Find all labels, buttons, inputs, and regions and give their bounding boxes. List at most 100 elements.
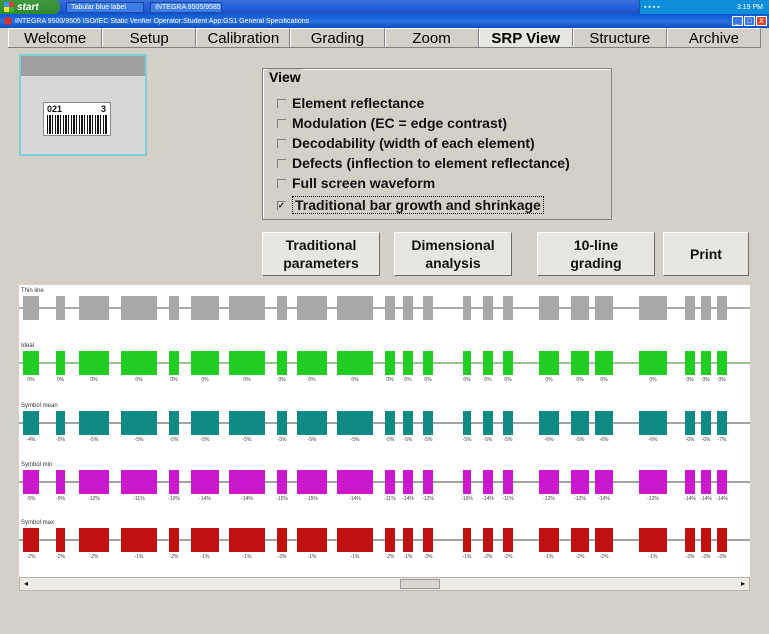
bar-value-label: -5% — [170, 437, 179, 443]
radio-icon[interactable] — [277, 158, 286, 168]
window-titlebar: INTEGRA 9500/9505 ISO/IEC Static Verifie… — [0, 14, 769, 28]
bar-value-label: -2% — [27, 554, 36, 560]
tab-srp-view[interactable]: SRP View — [478, 28, 573, 47]
bar-element — [539, 296, 559, 320]
checked-radio-icon[interactable]: ✓ — [277, 200, 286, 210]
bar-element — [121, 296, 157, 320]
bar-element — [503, 528, 513, 552]
scroll-thumb[interactable] — [400, 579, 440, 589]
bar-element — [403, 351, 413, 375]
taskbar-task-2[interactable]: INTEGRA 9505/9585 — [150, 1, 222, 13]
dimensional-analysis-button[interactable]: Dimensional analysis — [394, 232, 512, 276]
bar-element — [403, 296, 413, 320]
radio-icon[interactable] — [277, 138, 286, 148]
row-label: Symbol mean — [21, 403, 58, 409]
option-element-reflectance[interactable]: Element reflectance — [277, 95, 424, 111]
window-title: INTEGRA 9500/9505 ISO/IEC Static Verifie… — [15, 17, 310, 25]
bar-element — [385, 411, 395, 435]
bar-value-label: -15% — [276, 496, 288, 502]
tab-calibration[interactable]: Calibration — [196, 28, 291, 47]
bar-value-label: -10% — [168, 496, 180, 502]
start-button[interactable]: start — [0, 0, 60, 14]
bar-value-label: -14% — [716, 496, 728, 502]
tab-welcome[interactable]: Welcome — [8, 28, 103, 47]
bar-value-label: -5% — [56, 437, 65, 443]
bar-value-label: -2% — [56, 554, 65, 560]
bar-value-label: -11% — [502, 496, 514, 502]
close-button[interactable]: X — [756, 16, 767, 26]
bar-element — [595, 411, 613, 435]
option-decodability[interactable]: Decodability (width of each element) — [277, 135, 535, 151]
tab-structure[interactable]: Structure — [572, 28, 667, 47]
radio-icon[interactable] — [277, 98, 286, 108]
print-button[interactable]: Print — [663, 232, 749, 276]
bar-element — [685, 296, 695, 320]
bar-value-label: -16% — [461, 496, 473, 502]
bar-element — [385, 296, 395, 320]
bar-element — [297, 351, 327, 375]
bar-element — [385, 470, 395, 494]
bar-value-label: -5% — [424, 437, 433, 443]
radio-icon[interactable] — [277, 118, 286, 128]
minimize-button[interactable]: _ — [732, 16, 743, 26]
clock: 3:19 PM — [736, 3, 763, 11]
option-defects[interactable]: Defects (inflection to element reflectan… — [277, 155, 570, 171]
bar-element — [297, 528, 327, 552]
bar-element — [685, 411, 695, 435]
bar-value-label: -6% — [545, 437, 554, 443]
bar-value-label: -5% — [504, 437, 513, 443]
barcode-label-image: 021 3 — [43, 102, 111, 136]
bar-element — [717, 528, 727, 552]
bar-value-label: 0% — [404, 377, 412, 383]
tab-zoom[interactable]: Zoom — [384, 28, 479, 47]
bar-element — [229, 351, 265, 375]
tab-setup[interactable]: Setup — [102, 28, 197, 47]
bar-value-label: -4% — [27, 437, 36, 443]
bar-element — [503, 470, 513, 494]
bar-element — [277, 411, 287, 435]
scroll-right-arrow-icon[interactable]: ▸ — [737, 578, 749, 590]
label-number: 021 — [47, 104, 63, 114]
traditional-parameters-button[interactable]: Traditional parameters — [262, 232, 380, 276]
bar-element — [571, 296, 589, 320]
barcode-thumbnail[interactable]: 021 3 — [19, 54, 147, 156]
bar-element — [701, 351, 711, 375]
scroll-left-arrow-icon[interactable]: ◂ — [20, 578, 32, 590]
bar-element — [483, 351, 493, 375]
bar-element — [483, 528, 493, 552]
bar-element — [23, 351, 39, 375]
bar-value-label: -12% — [647, 496, 659, 502]
bar-element — [463, 411, 471, 435]
bar-element — [169, 528, 179, 552]
bar-value-label: 0% — [243, 377, 251, 383]
bar-value-label: -1% — [649, 554, 658, 560]
bar-value-label: -6% — [686, 437, 695, 443]
option-traditional-bar-growth[interactable]: ✓ Traditional bar growth and shrinkage — [277, 196, 544, 214]
bar-element — [337, 296, 373, 320]
bar-element — [639, 296, 667, 320]
bar-value-label: -5% — [27, 496, 36, 502]
taskbar-task-1[interactable]: Tabular blue label — [66, 1, 144, 13]
bar-value-label: -6% — [649, 437, 658, 443]
bar-element — [403, 411, 413, 435]
tab-grading[interactable]: Grading — [290, 28, 385, 47]
bar-element — [483, 411, 493, 435]
radio-icon[interactable] — [277, 178, 286, 188]
bar-element — [423, 470, 433, 494]
bar-element — [539, 470, 559, 494]
bar-element — [701, 528, 711, 552]
option-modulation[interactable]: Modulation (EC = edge contrast) — [277, 115, 507, 131]
bar-value-label: -7% — [718, 437, 727, 443]
bar-element — [423, 296, 433, 320]
bar-value-label: 0% — [90, 377, 98, 383]
ten-line-grading-button[interactable]: 10-line grading — [537, 232, 655, 276]
bar-element — [121, 411, 157, 435]
bar-element — [121, 351, 157, 375]
maximize-button[interactable]: □ — [744, 16, 755, 26]
bar-element — [503, 411, 513, 435]
tab-archive[interactable]: Archive — [666, 28, 761, 47]
horizontal-scrollbar[interactable]: ◂ ▸ — [19, 577, 750, 591]
option-full-screen-waveform[interactable]: Full screen waveform — [277, 175, 435, 191]
bar-element — [191, 470, 219, 494]
bar-value-label: 0% — [718, 377, 726, 383]
